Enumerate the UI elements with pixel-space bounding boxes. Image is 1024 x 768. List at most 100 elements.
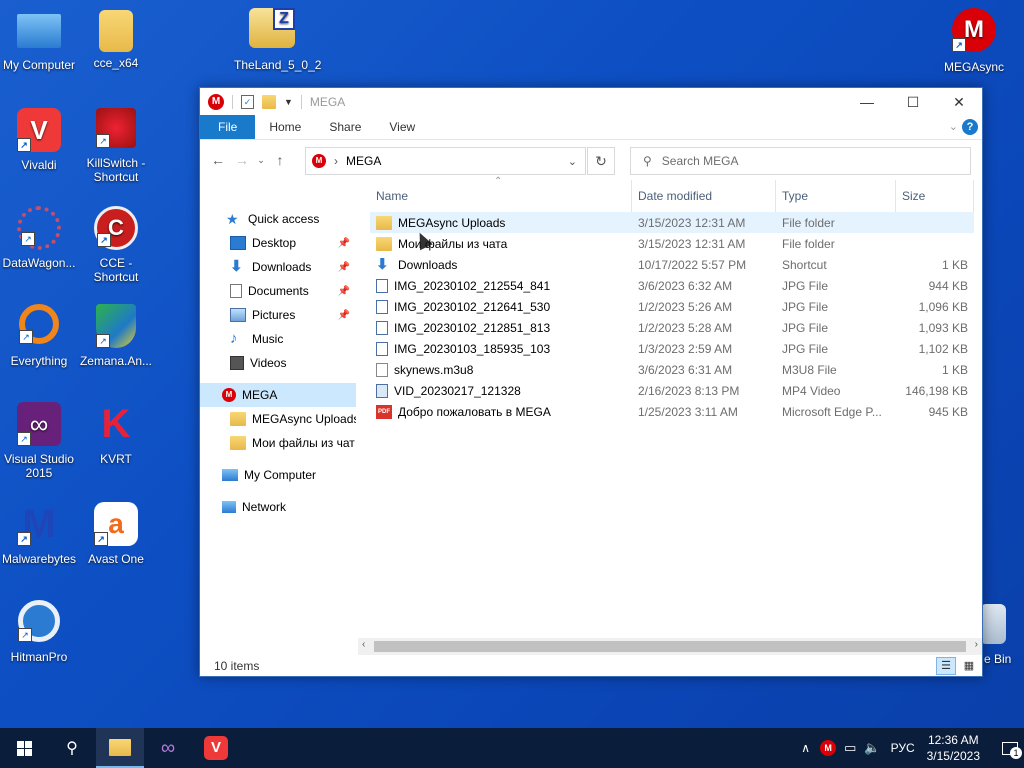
- taskbar-visual-studio[interactable]: ∞: [144, 728, 192, 768]
- column-header-size[interactable]: Size: [896, 180, 974, 212]
- desktop-icon-cce[interactable]: C ↗ CCE - Shortcut: [78, 206, 154, 284]
- recent-locations-button[interactable]: ⌄: [254, 148, 268, 172]
- file-type: Microsoft Edge P...: [782, 404, 882, 419]
- tab-home[interactable]: Home: [255, 115, 315, 139]
- file-name: skynews.m3u8: [394, 362, 474, 377]
- nav-music[interactable]: ♪ Music: [200, 327, 356, 351]
- input-language[interactable]: РУС: [891, 741, 915, 755]
- network-tray-icon[interactable]: ▭: [844, 740, 856, 756]
- large-icons-view-button[interactable]: ▦: [960, 657, 978, 675]
- windows-logo-icon: [16, 740, 32, 756]
- column-header-date[interactable]: Date modified: [632, 180, 776, 212]
- maximize-button[interactable]: ☐: [890, 88, 936, 116]
- window-title: MEGA: [309, 95, 346, 109]
- desktop-icon-datawagon[interactable]: ↗ DataWagon...: [1, 206, 77, 270]
- nav-mega[interactable]: M MEGA: [200, 383, 356, 407]
- desktop-icon-hitmanpro[interactable]: ↗ HitmanPro: [1, 600, 77, 664]
- desktop-icon-theland[interactable]: Z TheLand_5_0_2: [234, 8, 321, 72]
- file-type: JPG File: [782, 278, 829, 293]
- horizontal-scrollbar[interactable]: ‹ ›: [358, 638, 982, 655]
- clock[interactable]: 12:36 AM 3/15/2023: [927, 732, 980, 764]
- new-folder-icon[interactable]: [262, 95, 276, 109]
- folder-icon: [376, 215, 392, 230]
- nav-documents[interactable]: Documents 📌: [200, 279, 356, 303]
- desktop-icon-avast[interactable]: a ↗ Avast One: [78, 502, 154, 566]
- notification-button[interactable]: 1: [996, 728, 1024, 768]
- file-date: 3/6/2023 6:31 AM: [638, 362, 733, 377]
- details-view-button[interactable]: ☰: [936, 657, 956, 675]
- desktop-icon-everything[interactable]: ↗ Everything: [1, 304, 77, 368]
- file-row[interactable]: skynews.m3u8 3/6/2023 6:31 AM M3U8 File …: [370, 359, 974, 380]
- search-placeholder: Search MEGA: [661, 154, 739, 168]
- tab-share[interactable]: Share: [315, 115, 375, 139]
- address-bar[interactable]: M › MEGA ⌄: [305, 147, 586, 175]
- nav-my-computer[interactable]: My Computer: [200, 463, 356, 487]
- desktop-icon-label: MEGAsync: [943, 60, 1004, 74]
- nav-videos[interactable]: Videos: [200, 351, 356, 375]
- nav-quick-access[interactable]: ★ Quick access: [200, 207, 356, 231]
- taskbar-file-explorer[interactable]: [96, 728, 144, 768]
- search-input[interactable]: ⚲ Search MEGA: [630, 147, 971, 175]
- nav-label: Music: [252, 332, 284, 346]
- taskbar-vivaldi[interactable]: V: [192, 728, 240, 768]
- desktop-icon-vivaldi[interactable]: V ↗ Vivaldi: [1, 108, 77, 172]
- desktop-icon-visual-studio[interactable]: ∞ ↗ Visual Studio 2015: [1, 402, 77, 480]
- file-row[interactable]: IMG_20230102_212641_530 1/2/2023 5:26 AM…: [370, 296, 974, 317]
- desktop-icon-kvrt[interactable]: K KVRT: [78, 402, 154, 466]
- nav-my-chat-files[interactable]: Мои файлы из чат: [200, 431, 356, 455]
- nav-network[interactable]: Network: [200, 495, 356, 519]
- nav-label: MEGAsync Uploads: [252, 412, 356, 426]
- blank-file-icon: [376, 362, 388, 377]
- forward-button[interactable]: →: [230, 148, 254, 172]
- nav-megasync-uploads[interactable]: MEGAsync Uploads: [200, 407, 356, 431]
- up-button[interactable]: ↑: [268, 148, 292, 172]
- item-count: 10 items: [214, 659, 260, 673]
- nav-downloads[interactable]: ⬇ Downloads 📌: [200, 255, 356, 279]
- start-button[interactable]: [0, 728, 48, 768]
- file-row[interactable]: PDF Добро пожаловать в MEGA 1/25/2023 3:1…: [370, 401, 974, 422]
- notification-badge: 1: [1010, 747, 1022, 759]
- file-row[interactable]: IMG_20230102_212851_813 1/2/2023 5:28 AM…: [370, 317, 974, 338]
- megasync-tray-icon[interactable]: M: [820, 740, 837, 756]
- column-header-type[interactable]: Type: [776, 180, 896, 212]
- image-file-icon: [376, 320, 388, 335]
- show-hidden-icons-icon[interactable]: ∧: [801, 741, 810, 755]
- desktop-icon-megasync[interactable]: M ↗ MEGAsync: [936, 8, 1012, 74]
- desktop-icon-killswitch[interactable]: ↗ KillSwitch - Shortcut: [78, 108, 154, 184]
- scroll-right-icon[interactable]: ›: [975, 639, 978, 650]
- expand-ribbon-icon[interactable]: ⌄: [949, 120, 958, 133]
- desktop-icon-cce-x64[interactable]: cce_x64: [78, 10, 154, 70]
- scrollbar-thumb[interactable]: [374, 641, 966, 652]
- file-row[interactable]: ⬇ Downloads 10/17/2022 5:57 PM Shortcut 1…: [370, 254, 974, 275]
- image-file-icon: [376, 278, 388, 293]
- file-type: File folder: [782, 236, 835, 251]
- help-icon[interactable]: ?: [962, 119, 978, 135]
- nav-pictures[interactable]: Pictures 📌: [200, 303, 356, 327]
- file-row[interactable]: IMG_20230102_212554_841 3/6/2023 6:32 AM…: [370, 275, 974, 296]
- file-row[interactable]: VID_20230217_121328 2/16/2023 8:13 PM MP…: [370, 380, 974, 401]
- file-row[interactable]: MEGAsync Uploads 3/15/2023 12:31 AM File…: [370, 212, 974, 233]
- breadcrumb[interactable]: MEGA: [346, 154, 568, 168]
- tab-file[interactable]: File: [200, 115, 256, 139]
- volume-icon[interactable]: 🔈: [864, 740, 880, 756]
- quick-access-dropdown-icon[interactable]: ▼: [284, 97, 293, 107]
- desktop-icon-malwarebytes[interactable]: M ↗ Malwarebytes: [1, 502, 77, 566]
- document-icon: [230, 284, 242, 298]
- scroll-left-icon[interactable]: ‹: [362, 639, 365, 650]
- desktop-icon-zemana[interactable]: ↗ Zemana.An...: [78, 304, 154, 368]
- back-button[interactable]: ←: [206, 148, 230, 172]
- properties-icon[interactable]: ✓: [241, 95, 254, 109]
- tab-view[interactable]: View: [375, 115, 429, 139]
- address-dropdown-icon[interactable]: ⌄: [568, 155, 577, 168]
- file-size: 1 KB: [941, 257, 968, 272]
- file-row[interactable]: Мои файлы из чата 3/15/2023 12:31 AM Fil…: [370, 233, 974, 254]
- search-button[interactable]: ⚲: [48, 728, 96, 768]
- desktop-icon-my-computer[interactable]: My Computer: [1, 10, 77, 72]
- file-row[interactable]: IMG_20230103_185935_103 1/3/2023 2:59 AM…: [370, 338, 974, 359]
- title-bar[interactable]: M ✓ ▼ MEGA — ☐ ✕: [200, 88, 982, 116]
- refresh-button[interactable]: ↻: [587, 147, 615, 175]
- desktop-icon-label: TheLand_5_0_2: [234, 58, 322, 72]
- close-button[interactable]: ✕: [936, 88, 982, 116]
- minimize-button[interactable]: —: [844, 88, 890, 116]
- nav-desktop[interactable]: Desktop 📌: [200, 231, 356, 255]
